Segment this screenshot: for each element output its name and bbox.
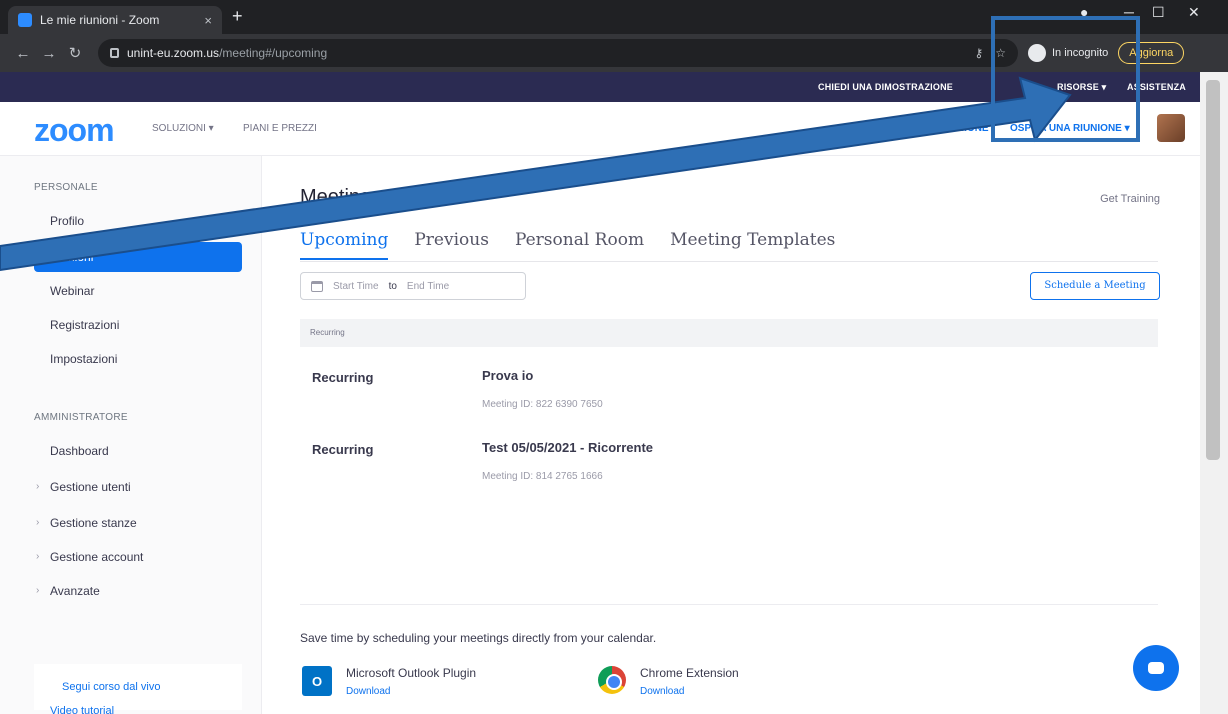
zoom-header: zoom SOLUZIONI ▾ PIANI E PREZZI ENTRA IN… [0,102,1200,156]
meeting-type-label: Recurring [312,442,374,457]
forward-icon[interactable]: → [36,45,62,62]
sidebar-item-advanced[interactable]: › Avanzate [34,576,242,606]
tab-meeting-templates[interactable]: Meeting Templates [670,230,835,260]
sidebar-item-recordings[interactable]: Registrazioni [34,310,242,340]
download-link[interactable]: Download [346,686,476,697]
zoom-favicon-icon [18,13,32,27]
sidebar-item-account-management[interactable]: › Gestione account [34,542,242,572]
plugin-name: Chrome Extension [640,666,739,680]
incognito-indicator[interactable]: In incognito [1028,44,1108,62]
tab-previous[interactable]: Previous [414,230,489,260]
tab-upcoming[interactable]: Upcoming [300,230,389,260]
reload-icon[interactable]: ↻ [62,44,88,62]
sidebar-item-dashboard[interactable]: Dashboard [34,436,242,466]
sidebar-heading-admin: AMMINISTRATORE [34,412,128,423]
schedule-meeting-button[interactable]: Schedule a Meeting [1030,272,1160,300]
sidebar-item-profile[interactable]: Profilo [34,206,242,236]
calendar-icon [311,280,323,292]
meeting-type-label: Recurring [312,370,374,385]
page-scrollbar[interactable] [1200,72,1228,714]
close-window-icon[interactable]: ✕ [1188,4,1200,21]
meeting-title-link[interactable]: Test 05/05/2021 - Ricorrente [482,440,653,455]
incognito-icon [1028,44,1046,62]
incognito-label: In incognito [1052,47,1109,59]
end-time-field[interactable]: End Time [407,281,449,292]
key-icon[interactable]: ⚷ [974,46,983,60]
address-bar[interactable]: unint-eu.zoom.us /meeting#/upcoming ⚷ ☆ [98,39,1018,67]
date-range-picker[interactable]: Start Time to End Time [300,272,526,300]
url-host: unint-eu.zoom.us [127,46,220,60]
sidebar-item-label: Gestione utenti [50,480,131,494]
browser-tab[interactable]: Le mie riunioni - Zoom × [8,6,222,34]
meeting-title-link[interactable]: Prova io [482,368,533,383]
host-meeting-menu[interactable]: OSPITA UNA RIUNIONE ▾ [1010,123,1130,134]
plugin-name: Microsoft Outlook Plugin [346,666,477,680]
support-link[interactable]: ASSISTENZA [1127,82,1186,92]
sidebar-item-webinar[interactable]: Webinar [34,276,242,306]
new-tab-button[interactable]: + [232,6,243,27]
sidebar-heading-personal: PERSONALE [34,182,98,193]
download-link[interactable]: Download [640,686,739,697]
minimize-icon[interactable]: ─ [1124,4,1134,20]
tab-underline [300,261,1158,262]
outlook-plugin: O Microsoft Outlook Plugin Download [302,666,476,697]
browser-tab-title: Le mie riunioni - Zoom [40,13,160,27]
browser-toolbar: ← → ↻ unint-eu.zoom.us /meeting#/upcomin… [0,34,1228,72]
avatar[interactable] [1157,114,1185,142]
sidebar-item-label: Avanzate [50,584,100,598]
chrome-extension: Chrome Extension Download [598,666,739,697]
chat-support-button[interactable] [1133,645,1179,691]
start-time-field[interactable]: Start Time [333,281,379,292]
chevron-right-icon: › [36,585,40,596]
zoom-logo[interactable]: zoom [34,112,115,149]
sidebar-item-settings[interactable]: Impostazioni [34,344,242,374]
lock-icon [110,48,119,58]
sidebar: PERSONALE Profilo Riunioni Webinar Regis… [0,156,262,714]
zoom-top-strip: CHIEDI UNA DIMOSTRAZIONE RISORSE ▾ ASSIS… [0,72,1228,102]
page-title: Meetings [300,186,382,208]
update-button[interactable]: Aggiorna [1118,42,1185,64]
live-course-label: Segui corso dal vivo [62,681,161,693]
bookmark-star-icon[interactable]: ☆ [995,46,1006,60]
profile-dot-icon[interactable]: ● [1080,4,1088,20]
outlook-icon: O [302,666,332,696]
chevron-right-icon: › [36,517,40,528]
date-range-separator: to [388,280,397,292]
meeting-id: Meeting ID: 814 2765 1666 [482,471,603,482]
back-icon[interactable]: ← [10,45,36,62]
sidebar-item-label: Gestione stanze [50,516,137,530]
chevron-right-icon: › [36,481,40,492]
sidebar-item-meetings[interactable]: Riunioni [34,242,242,272]
chat-bubble-icon [1148,662,1164,674]
maximize-icon[interactable]: ☐ [1152,4,1165,21]
section-divider [300,604,1158,605]
url-path: /meeting#/upcoming [219,46,328,60]
request-demo-link[interactable]: CHIEDI UNA DIMOSTRAZIONE [818,82,953,92]
get-training-link[interactable]: Get Training [1100,193,1160,205]
main-content: Meetings Get Training Upcoming Previous … [262,156,1200,714]
tab-personal-room[interactable]: Personal Room [515,230,644,260]
scrollbar-thumb[interactable] [1206,80,1220,460]
chrome-icon [598,666,626,694]
recurring-group-header: Recurring [300,319,1158,347]
sidebar-item-label: Gestione account [50,550,144,564]
plans-pricing-link[interactable]: PIANI E PREZZI [243,123,317,134]
meeting-tabs: Upcoming Previous Personal Room Meeting … [300,230,835,260]
chevron-right-icon: › [36,551,40,562]
browser-tabstrip: Le mie riunioni - Zoom × + ● ─ ☐ ✕ [0,0,1228,34]
meeting-id: Meeting ID: 822 6390 7650 [482,399,603,410]
solutions-menu[interactable]: SOLUZIONI ▾ [152,123,214,134]
resources-menu[interactable]: RISORSE ▾ [1057,82,1106,93]
sidebar-item-user-management[interactable]: › Gestione utenti [34,472,242,502]
sidebar-item-room-management[interactable]: › Gestione stanze [34,508,242,538]
join-meeting-link[interactable]: ENTRA IN UNA RIUNIONE [866,123,989,134]
video-tutorial-link[interactable]: Video tutorial [34,696,242,714]
calendar-integration-text: Save time by scheduling your meetings di… [300,631,657,645]
close-tab-icon[interactable]: × [204,13,212,28]
